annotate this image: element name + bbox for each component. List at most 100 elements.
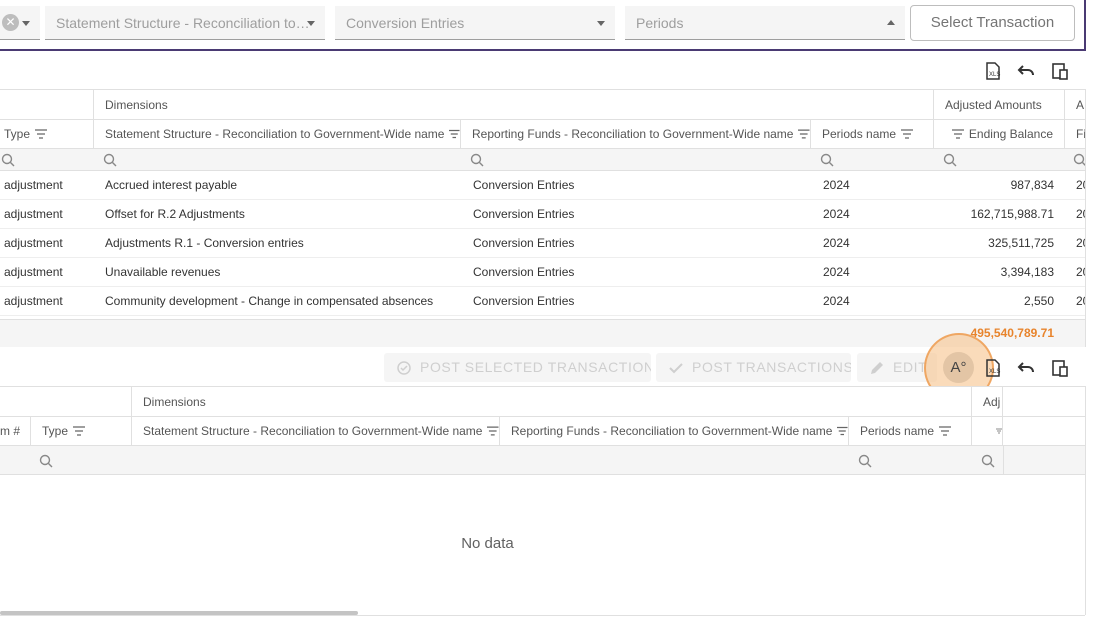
table-row[interactable]: adjustment Adjustments R.1 - Conversion … <box>0 229 1085 258</box>
header-periods[interactable]: Periods name <box>811 120 934 148</box>
band-adjusted-cut: Adj <box>972 387 1003 416</box>
search-icon[interactable] <box>858 454 872 468</box>
cell-statement: Offset for R.2 Adjustments <box>105 207 245 221</box>
filter-row <box>0 446 1003 475</box>
cell-period: 2024 <box>823 265 850 279</box>
cell-balance: 2,550 <box>1023 294 1054 308</box>
table-row[interactable]: adjustment Unavailable revenues Conversi… <box>0 258 1085 287</box>
cell-period: 2024 <box>823 294 850 308</box>
search-icon[interactable] <box>820 153 834 167</box>
filter-icon[interactable] <box>901 129 914 139</box>
column-chooser-icon[interactable] <box>1049 60 1071 82</box>
cell-fund: Conversion Entries <box>473 236 575 250</box>
cell-balance: 325,511,725 <box>988 236 1054 250</box>
header-periods[interactable]: Periods name <box>849 417 972 445</box>
search-icon[interactable] <box>103 153 117 167</box>
cell-fund: Conversion Entries <box>473 207 575 221</box>
export-excel-icon[interactable]: XLS <box>982 60 1004 82</box>
search-icon[interactable] <box>470 153 484 167</box>
pending-transactions-grid: Dimensions Adj m # Type Statement Struct… <box>0 386 1086 615</box>
post-transactions-button[interactable]: POST TRANSACTIONS <box>656 353 851 382</box>
statement-structure-placeholder: Statement Structure - Reconciliation to… <box>56 15 310 31</box>
table-row[interactable]: adjustment Accrued interest payable Conv… <box>0 171 1085 200</box>
filter-icon[interactable] <box>73 426 86 436</box>
cell-period: 2024 <box>823 236 850 250</box>
undo-icon[interactable] <box>1015 357 1037 379</box>
cell-balance: 162,715,988.71 <box>970 207 1054 221</box>
band-dimensions: Dimensions <box>94 90 934 119</box>
cell-cut: 20 <box>1076 207 1085 221</box>
cell-statement: Unavailable revenues <box>105 265 221 279</box>
band-spacer <box>0 90 94 119</box>
band-cut: A <box>1065 90 1085 119</box>
filter-icon[interactable] <box>951 129 964 139</box>
filter-row <box>0 149 1086 171</box>
filter-icon[interactable] <box>837 426 848 436</box>
table-row[interactable]: adjustment Community development - Chang… <box>0 287 1085 316</box>
cell-statement: Adjustments R.1 - Conversion entries <box>105 236 304 250</box>
cell-period: 2024 <box>823 207 850 221</box>
no-data-message: No data <box>461 535 514 552</box>
search-icon[interactable] <box>1073 153 1086 167</box>
filter-icon[interactable] <box>996 426 1002 436</box>
filter-icon[interactable] <box>449 129 460 139</box>
check-icon <box>669 363 683 374</box>
transactions-grid: Dimensions Adjusted Amounts A Type State… <box>0 89 1086 347</box>
cell-balance: 987,834 <box>1010 178 1054 192</box>
reporting-funds-placeholder: Conversion Entries <box>346 15 465 31</box>
svg-text:XLS: XLS <box>989 369 1000 375</box>
pencil-icon <box>871 362 883 374</box>
clear-icon[interactable]: ✕ <box>2 14 19 31</box>
post-selected-icon <box>397 361 411 375</box>
band-header-row: Dimensions Adj <box>0 387 1085 417</box>
post-selected-transactions-button[interactable]: POST SELECTED TRANSACTIONS <box>384 353 651 382</box>
export-excel-icon[interactable]: XLS <box>982 357 1004 379</box>
header-item-number[interactable]: m # <box>0 417 31 445</box>
search-icon[interactable] <box>981 454 995 468</box>
svg-text:XLS: XLS <box>989 72 1000 78</box>
cell-type: adjustment <box>4 236 63 250</box>
cell-period: 2024 <box>823 178 850 192</box>
band-spacer <box>0 387 132 416</box>
undo-icon[interactable] <box>1015 60 1037 82</box>
filter-icon[interactable] <box>487 426 499 436</box>
header-type[interactable]: Type <box>0 120 94 148</box>
select-transaction-button[interactable]: Select Transaction <box>910 5 1075 41</box>
filter-icon[interactable] <box>35 129 48 139</box>
search-icon[interactable] <box>1 153 15 167</box>
column-header-row: Type Statement Structure - Reconciliatio… <box>0 120 1085 149</box>
first-filter-select[interactable]: ✕ <box>0 6 40 40</box>
font-size-button[interactable]: A° <box>943 352 974 383</box>
filter-icon[interactable] <box>939 426 952 436</box>
cell-statement: Community development - Change in compen… <box>105 294 434 308</box>
cell-type: adjustment <box>4 265 63 279</box>
header-type[interactable]: Type <box>31 417 132 445</box>
band-header-row: Dimensions Adjusted Amounts A <box>0 90 1085 120</box>
column-chooser-icon[interactable] <box>1049 357 1071 379</box>
cell-cut: 20 <box>1076 265 1085 279</box>
header-cut: Fi <box>1065 120 1085 148</box>
cell-balance: 3,394,183 <box>1000 265 1054 279</box>
header-adjusted-cut[interactable] <box>972 417 1003 445</box>
summary-footer <box>0 319 1085 347</box>
table-row[interactable]: adjustment Offset for R.2 Adjustments Co… <box>0 200 1085 229</box>
cell-cut: 20 <box>1076 294 1085 308</box>
filter-row-rest <box>1003 446 1085 475</box>
chevron-up-icon <box>887 20 895 25</box>
chevron-down-icon <box>22 21 30 26</box>
header-statement-structure[interactable]: Statement Structure - Reconciliation to … <box>132 417 500 445</box>
periods-select[interactable]: Periods <box>625 6 905 40</box>
statement-structure-select[interactable]: Statement Structure - Reconciliation to… <box>45 6 325 40</box>
periods-placeholder: Periods <box>636 15 684 31</box>
reporting-funds-select[interactable]: Conversion Entries <box>335 6 615 40</box>
divider <box>0 615 1085 616</box>
cell-fund: Conversion Entries <box>473 265 575 279</box>
cell-type: adjustment <box>4 178 63 192</box>
header-statement-structure[interactable]: Statement Structure - Reconciliation to … <box>94 120 461 148</box>
search-icon[interactable] <box>39 454 53 468</box>
filter-icon[interactable] <box>798 129 810 139</box>
header-ending-balance[interactable]: Ending Balance <box>934 120 1065 148</box>
search-icon[interactable] <box>943 153 957 167</box>
header-reporting-funds[interactable]: Reporting Funds - Reconciliation to Gove… <box>500 417 849 445</box>
header-reporting-funds[interactable]: Reporting Funds - Reconciliation to Gove… <box>461 120 811 148</box>
